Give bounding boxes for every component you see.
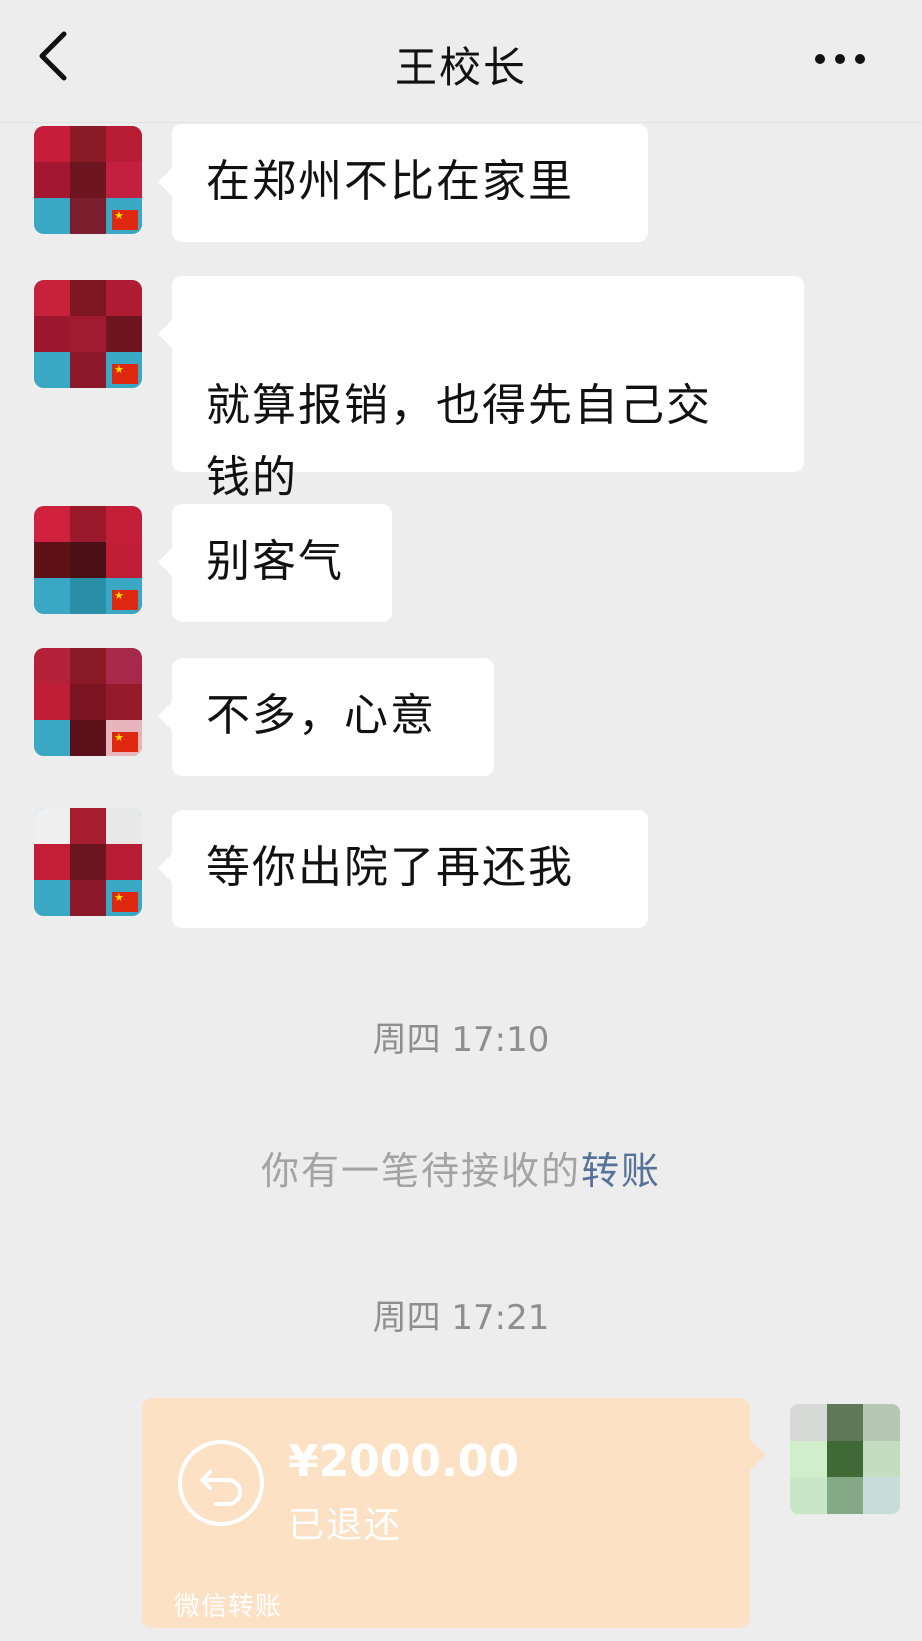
transfer-footer: 微信转账 xyxy=(174,1592,283,1622)
return-icon xyxy=(178,1440,264,1526)
flag-icon: ★ xyxy=(112,210,138,230)
transfer-card[interactable]: ¥2000.00 已退还 微信转账 xyxy=(142,1398,766,1628)
my-avatar[interactable] xyxy=(790,1404,900,1514)
flag-icon: ★ xyxy=(112,364,138,384)
flag-icon: ★ xyxy=(112,590,138,610)
message-bubble[interactable]: 别客气 xyxy=(158,504,392,622)
message-bubble[interactable]: 等你出院了再还我 xyxy=(158,810,648,928)
divider xyxy=(176,1576,716,1577)
chat-header: 王校长 xyxy=(0,0,922,123)
message-text: 就算报销，也得先自己交 钱的 xyxy=(206,380,712,503)
message-text: 在郑州不比在家里 xyxy=(206,156,574,207)
contact-avatar[interactable]: ★ xyxy=(34,648,142,756)
message-bubble[interactable]: 就算报销，也得先自己交 钱的 xyxy=(158,276,804,503)
contact-avatar[interactable]: ★ xyxy=(34,280,142,388)
message-text: 别客气 xyxy=(206,536,344,587)
pending-transfer-notice: 你有一笔待接收的转账 xyxy=(0,1140,922,1195)
transfer-amount: ¥2000.00 xyxy=(288,1436,520,1487)
contact-avatar[interactable]: ★ xyxy=(34,506,142,614)
contact-avatar[interactable]: ★ xyxy=(34,808,142,916)
message-text: 等你出院了再还我 xyxy=(206,842,574,893)
more-options-button[interactable] xyxy=(812,44,872,74)
transfer-status: 已退还 xyxy=(288,1505,403,1546)
timestamp: 周四 17:10 xyxy=(372,1020,550,1060)
more-dots-icon xyxy=(815,54,865,64)
message-bubble[interactable]: 在郑州不比在家里 xyxy=(158,124,648,242)
message-text: 不多，心意 xyxy=(206,690,436,741)
flag-icon: ★ xyxy=(112,892,138,912)
flag-icon: ★ xyxy=(112,732,138,752)
chat-title: 王校长 xyxy=(394,43,527,92)
message-bubble[interactable]: 不多，心意 xyxy=(158,658,494,776)
contact-avatar[interactable]: ★ xyxy=(34,126,142,234)
notice-text: 你有一笔待接收的 xyxy=(260,1149,581,1193)
timestamp: 周四 17:21 xyxy=(372,1298,550,1338)
transfer-link[interactable]: 转账 xyxy=(581,1149,661,1193)
